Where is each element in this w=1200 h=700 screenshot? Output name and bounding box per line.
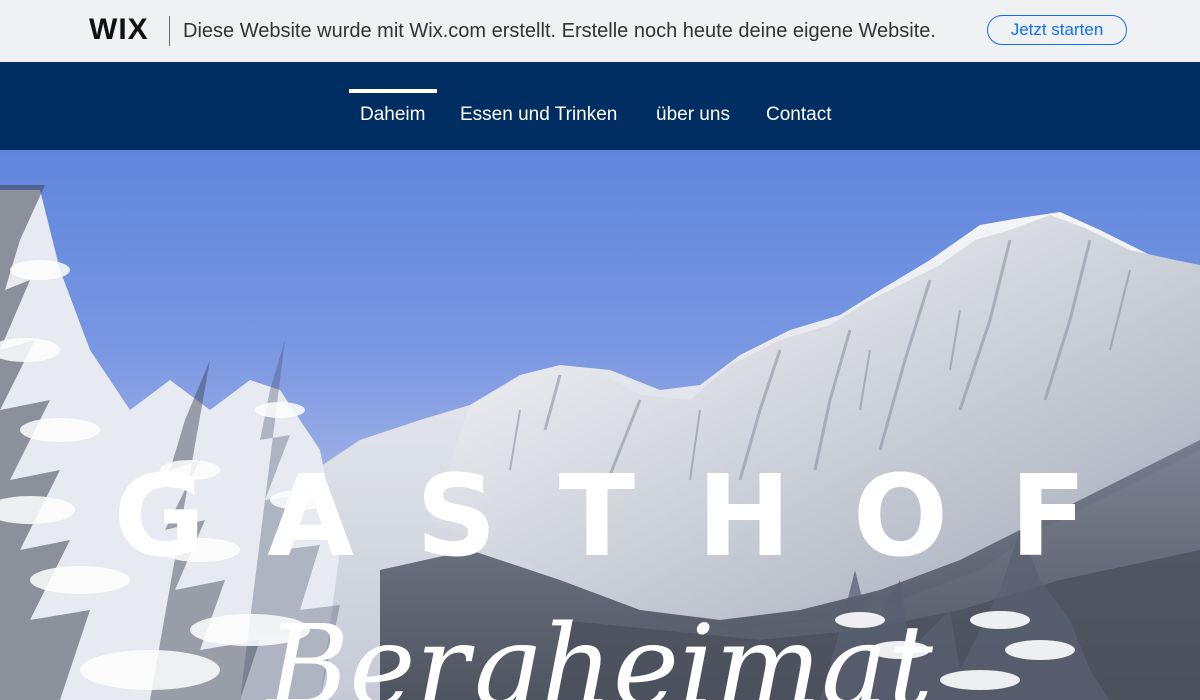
banner-divider (169, 16, 170, 46)
nav-item-ueber-uns[interactable]: über uns (656, 102, 730, 128)
nav-item-contact[interactable]: Contact (766, 102, 831, 128)
active-nav-indicator (349, 89, 437, 93)
nav-item-essen-und-trinken[interactable]: Essen und Trinken (460, 102, 617, 128)
main-navigation: Daheim Essen und Trinken über uns Contac… (0, 62, 1200, 150)
banner-message: Diese Website wurde mit Wix.com erstellt… (183, 20, 936, 42)
start-now-button[interactable]: Jetzt starten (987, 15, 1127, 45)
nav-item-daheim[interactable]: Daheim (360, 102, 425, 128)
wix-promo-banner: WIX Diese Website wurde mit Wix.com erst… (0, 0, 1200, 62)
hero-title: GASTHOF (113, 452, 1149, 582)
wix-logo[interactable]: WIX (89, 14, 149, 46)
hero-section: GASTHOF Bergheimat (0, 150, 1200, 700)
hero-subtitle: Bergheimat (266, 602, 934, 700)
